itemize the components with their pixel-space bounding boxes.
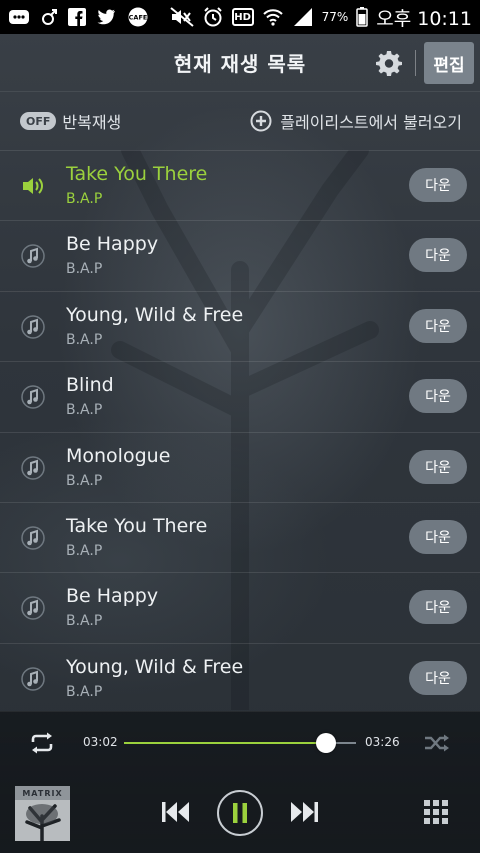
list-item[interactable]: Be Happy B.A.P 다운 [0, 572, 480, 642]
track-artist: B.A.P [66, 472, 103, 489]
track-title: Young, Wild & Free [66, 303, 244, 326]
playlist: Take You There B.A.P 다운 Be Happy B.A.P 다… [0, 150, 480, 713]
page-title: 현재 재생 목록 [173, 52, 307, 76]
previous-icon[interactable] [161, 800, 191, 824]
edit-button[interactable]: 편집 [424, 42, 474, 84]
track-artist: B.A.P [66, 261, 103, 278]
list-item[interactable]: Take You There B.A.P 다운 [0, 501, 480, 572]
male-icon [40, 6, 58, 28]
status-bar: CAFE HD 77% 오후 10:11 [0, 0, 480, 34]
grid-menu-icon[interactable] [424, 800, 448, 824]
mute-icon [169, 6, 194, 28]
current-time: 03:02 [83, 735, 118, 749]
header-divider [415, 50, 416, 76]
track-artist: B.A.P [66, 331, 103, 348]
track-artist: B.A.P [66, 191, 103, 207]
track-artist: B.A.P [66, 542, 103, 559]
list-item[interactable]: Young, Wild & Free B.A.P 다운 [0, 642, 480, 713]
track-artist: B.A.P [66, 613, 103, 630]
player-bar: 03:02 03:26 MATRIX [0, 711, 480, 853]
download-button[interactable]: 다운 [409, 660, 467, 695]
track-title: Be Happy [66, 585, 159, 608]
list-item[interactable]: Young, Wild & Free B.A.P 다운 [0, 290, 480, 361]
options-row: OFF 반복재생 플레이리스트에서 불러오기 [0, 92, 480, 150]
hd-icon: HD [231, 8, 254, 26]
seek-bar[interactable] [124, 733, 356, 753]
download-button[interactable]: 다운 [409, 590, 467, 625]
track-artist: B.A.P [66, 402, 103, 419]
repeat-label: 반복재생 [62, 113, 122, 132]
music-note-icon [21, 666, 45, 691]
seek-progress [124, 742, 326, 744]
track-title: Monologue [66, 444, 171, 467]
load-playlist-button[interactable]: 플레이리스트에서 불러오기 [250, 109, 462, 133]
total-time: 03:26 [365, 735, 400, 749]
load-playlist-label: 플레이리스트에서 불러오기 [280, 113, 462, 132]
chat-icon [8, 6, 30, 28]
track-title: Take You There [66, 163, 208, 185]
speaker-playing-icon [23, 178, 43, 194]
battery-icon [356, 6, 368, 28]
music-note-icon [21, 596, 45, 621]
alarm-icon [202, 6, 224, 28]
svg-text:MATRIX: MATRIX [22, 789, 62, 798]
album-art[interactable]: MATRIX [15, 786, 70, 841]
shuffle-icon[interactable] [424, 733, 450, 753]
download-button[interactable]: 다운 [409, 449, 467, 484]
download-button[interactable]: 다운 [409, 238, 467, 273]
seek-handle[interactable] [315, 733, 336, 753]
header-bar: 현재 재생 목록 편집 [0, 34, 480, 92]
download-button[interactable]: 다운 [409, 379, 467, 414]
signal-icon [292, 6, 314, 28]
twitter-icon [96, 6, 116, 28]
plus-circle-icon [250, 110, 272, 132]
clock: 오후 10:11 [376, 7, 472, 30]
music-note-icon [21, 385, 45, 409]
pause-button[interactable] [217, 790, 263, 836]
download-button[interactable]: 다운 [409, 519, 467, 554]
facebook-icon [68, 6, 86, 28]
list-item[interactable]: Monologue B.A.P 다운 [0, 431, 480, 502]
pause-icon [233, 803, 247, 823]
list-item[interactable]: Be Happy B.A.P 다운 [0, 220, 480, 290]
list-item[interactable]: Blind B.A.P 다운 [0, 361, 480, 431]
track-artist: B.A.P [66, 683, 103, 700]
download-button[interactable]: 다운 [409, 308, 467, 343]
list-item[interactable]: Take You There B.A.P 다운 [0, 150, 480, 220]
track-title: Young, Wild & Free [66, 655, 244, 678]
gear-icon[interactable] [376, 50, 402, 76]
music-note-icon [21, 244, 45, 269]
battery-percent: 77% [321, 10, 349, 24]
track-title: Be Happy [66, 233, 159, 256]
cafe-icon: CAFE [126, 6, 150, 28]
next-icon[interactable] [289, 800, 319, 824]
repeat-toggle[interactable]: OFF [20, 112, 57, 130]
track-title: Blind [66, 374, 114, 397]
repeat-icon[interactable] [28, 732, 56, 754]
music-note-icon [21, 455, 45, 480]
svg-text:CAFE: CAFE [129, 14, 148, 22]
track-title: Take You There [66, 514, 208, 537]
download-button[interactable]: 다운 [409, 168, 467, 202]
wifi-icon [262, 6, 284, 28]
music-note-icon [21, 315, 45, 339]
music-note-icon [21, 526, 45, 550]
